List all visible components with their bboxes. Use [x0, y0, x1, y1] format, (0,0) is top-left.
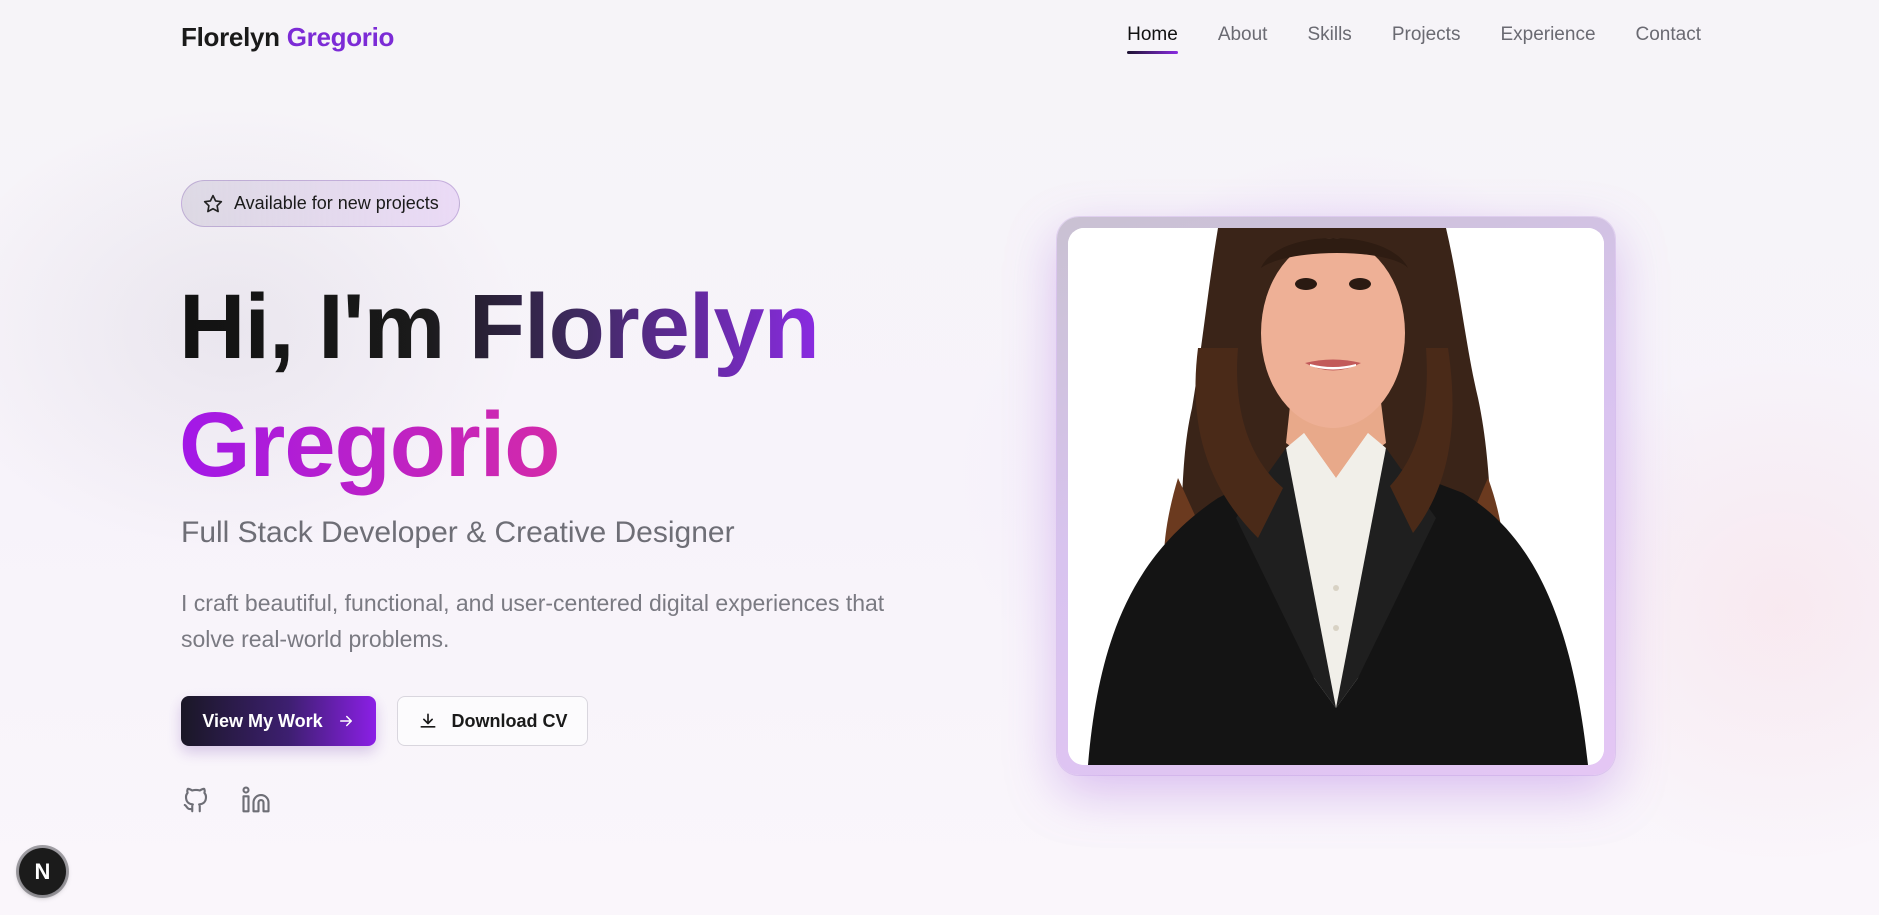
dev-indicator-badge[interactable]: N — [19, 848, 66, 895]
availability-badge: Available for new projects — [181, 180, 460, 227]
main-nav: Home About Skills Projects Experience Co… — [1127, 24, 1701, 54]
social-links — [181, 785, 271, 815]
download-icon — [418, 711, 438, 731]
nav-experience[interactable]: Experience — [1500, 24, 1595, 46]
site-header: Florelyn Gregorio Home About Skills Proje… — [0, 0, 1879, 76]
site-logo[interactable]: Florelyn Gregorio — [181, 22, 394, 53]
headline-surname: Gregorio — [179, 386, 819, 504]
hero-headline: Hi, I'm Florelyn Gregorio — [179, 268, 820, 504]
github-icon[interactable] — [181, 785, 211, 815]
arrow-right-icon — [337, 712, 355, 730]
hero-subtitle: Full Stack Developer & Creative Designer — [181, 516, 735, 549]
headline-greeting: Hi, I'm Florelyn — [179, 268, 820, 386]
nav-about[interactable]: About — [1218, 24, 1268, 46]
availability-text: Available for new projects — [234, 193, 439, 213]
nav-home[interactable]: Home — [1127, 24, 1178, 54]
star-icon — [202, 193, 224, 215]
profile-photo — [1068, 228, 1604, 765]
logo-first-name: Florelyn — [181, 22, 280, 52]
nav-skills[interactable]: Skills — [1307, 24, 1351, 46]
nav-projects[interactable]: Projects — [1392, 24, 1461, 46]
logo-last-name: Gregorio — [286, 22, 395, 52]
view-my-work-button[interactable]: View My Work — [181, 696, 376, 746]
nav-contact[interactable]: Contact — [1636, 24, 1701, 46]
download-cv-button[interactable]: Download CV — [397, 696, 588, 746]
view-my-work-label: View My Work — [202, 710, 323, 731]
hero-description: I craft beautiful, functional, and user-… — [181, 590, 885, 652]
linkedin-icon[interactable] — [241, 785, 271, 815]
download-cv-label: Download CV — [451, 710, 568, 731]
